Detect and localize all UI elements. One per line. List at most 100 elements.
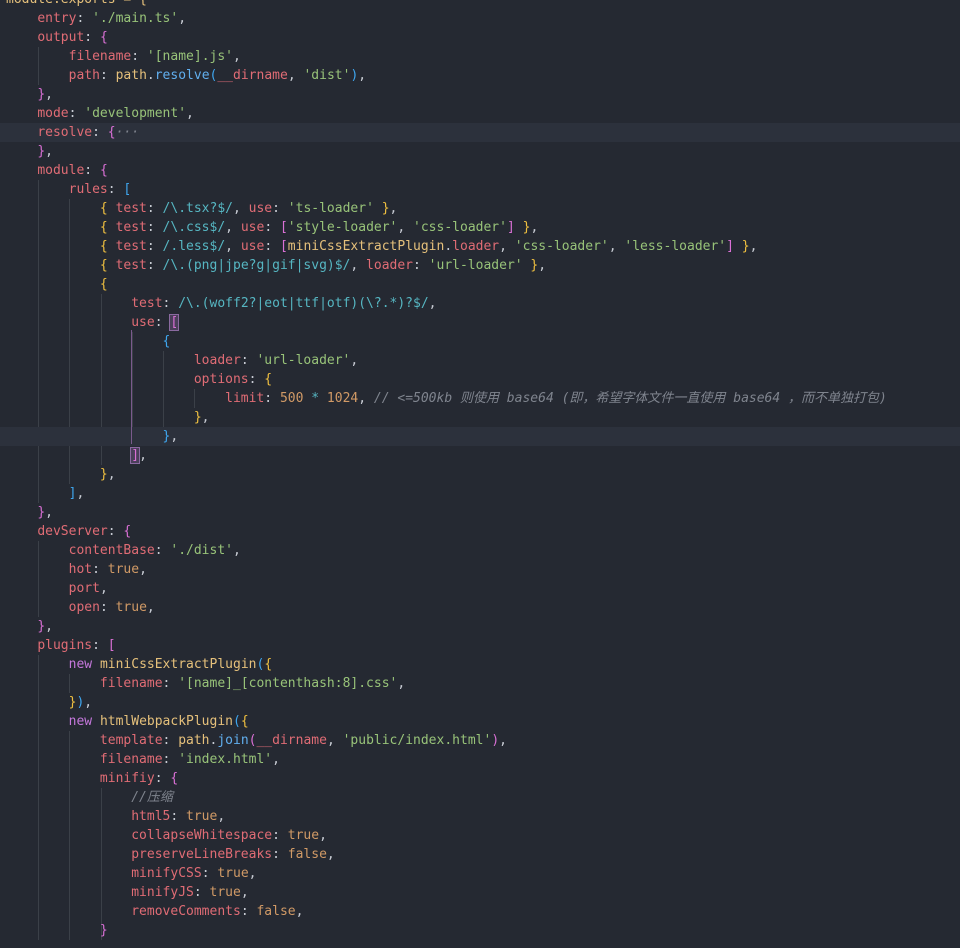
- code-line[interactable]: new htmlWebpackPlugin({: [0, 712, 960, 731]
- code-line[interactable]: { test: /\.css$/, use: ['style-loader', …: [0, 218, 960, 237]
- code-token: {: [240, 714, 249, 729]
- code-line[interactable]: {: [0, 332, 960, 351]
- code-token: {: [99, 163, 108, 178]
- code-line[interactable]: resolve: {···: [0, 123, 960, 142]
- code-line[interactable]: { test: /\.tsx?$/, use: 'ts-loader' },: [0, 199, 960, 218]
- code-token: :: [92, 562, 108, 577]
- code-token: test: [115, 201, 147, 216]
- code-line[interactable]: },: [0, 408, 960, 427]
- code-token: ,: [225, 239, 241, 254]
- code-token: :: [92, 125, 108, 140]
- code-token: ): [491, 733, 500, 748]
- code-line[interactable]: contentBase: './dist',: [0, 541, 960, 560]
- code-line[interactable]: },: [0, 465, 960, 484]
- code-line[interactable]: rules: [: [0, 180, 960, 199]
- code-token: [: [123, 182, 132, 197]
- code-token: ,: [350, 258, 367, 273]
- code-token: ,: [499, 239, 515, 254]
- code-token: path: [115, 68, 147, 83]
- code-line[interactable]: },: [0, 142, 960, 161]
- code-token: ,: [139, 562, 147, 577]
- code-token: ,: [107, 467, 116, 482]
- code-token: 'url-loader': [428, 258, 523, 273]
- code-token: :: [154, 771, 171, 786]
- code-line[interactable]: { test: /\.(png|jpe?g|gif|svg)$/, loader…: [0, 256, 960, 275]
- code-line[interactable]: hot: true,: [0, 560, 960, 579]
- code-token: :: [272, 828, 288, 843]
- code-token: ,: [233, 201, 249, 216]
- code-token: devServer: [37, 524, 108, 539]
- code-token: :: [240, 904, 257, 919]
- code-editor[interactable]: module.exports = { entry: './main.ts', o…: [0, 0, 960, 948]
- code-token: loader: [366, 258, 414, 273]
- code-line[interactable]: template: path.join(__dirname, 'public/i…: [0, 731, 960, 750]
- code-token: .: [444, 239, 453, 254]
- code-line[interactable]: filename: '[name]_[contenthash:8].css',: [0, 674, 960, 693]
- code-line[interactable]: },: [0, 85, 960, 104]
- code-token: :: [264, 220, 280, 235]
- code-line[interactable]: module.exports = {: [0, 0, 960, 9]
- code-line[interactable]: output: {: [0, 28, 960, 47]
- code-line[interactable]: port,: [0, 579, 960, 598]
- code-line[interactable]: options: {: [0, 370, 960, 389]
- code-line[interactable]: open: true,: [0, 598, 960, 617]
- code-line[interactable]: {: [0, 275, 960, 294]
- code-token: ,: [45, 619, 53, 634]
- code-token: [: [279, 239, 288, 254]
- code-line[interactable]: use: [: [0, 313, 960, 332]
- code-token: ,: [225, 220, 241, 235]
- code-line[interactable]: html5: true,: [0, 807, 960, 826]
- code-line[interactable]: test: /\.(woff2?|eot|ttf|otf)(\?.*)?$/,: [0, 294, 960, 313]
- code-token: template: [99, 733, 163, 748]
- code-token: ,: [538, 258, 547, 273]
- code-token: :: [92, 638, 108, 653]
- code-token: true: [186, 809, 218, 824]
- code-line[interactable]: collapseWhitespace: true,: [0, 826, 960, 845]
- code-line[interactable]: devServer: {: [0, 522, 960, 541]
- code-line[interactable]: minifyCSS: true,: [0, 864, 960, 883]
- code-token: :: [99, 68, 116, 83]
- code-line[interactable]: plugins: [: [0, 636, 960, 655]
- code-line[interactable]: new miniCssExtractPlugin({: [0, 655, 960, 674]
- code-line[interactable]: filename: 'index.html',: [0, 750, 960, 769]
- code-token: loader: [193, 353, 241, 368]
- code-line[interactable]: },: [0, 427, 960, 446]
- code-line[interactable]: limit: 500 * 1024, // <=500kb 则使用 base64…: [0, 389, 960, 408]
- code-line[interactable]: },: [0, 617, 960, 636]
- code-line[interactable]: }: [0, 921, 960, 940]
- code-line[interactable]: minifiy: {: [0, 769, 960, 788]
- code-token: }: [37, 505, 46, 520]
- code-line[interactable]: preserveLineBreaks: false,: [0, 845, 960, 864]
- code-line[interactable]: ],: [0, 484, 960, 503]
- code-token: /\.css$/: [162, 220, 226, 235]
- code-token: ,: [240, 885, 249, 900]
- code-token: :: [413, 258, 429, 273]
- code-line[interactable]: //压缩: [0, 788, 960, 807]
- code-token: 'ts-loader': [287, 201, 374, 216]
- code-line[interactable]: mode: 'development',: [0, 104, 960, 123]
- code-token: ]: [506, 220, 515, 235]
- code-line[interactable]: minifyJS: true,: [0, 883, 960, 902]
- code-line[interactable]: entry: './main.ts',: [0, 9, 960, 28]
- code-token: resolve: [154, 68, 210, 83]
- code-line[interactable]: removeComments: false,: [0, 902, 960, 921]
- code-line[interactable]: }),: [0, 693, 960, 712]
- code-line[interactable]: path: path.resolve(__dirname, 'dist'),: [0, 66, 960, 85]
- code-line[interactable]: ],: [0, 446, 960, 465]
- code-line[interactable]: },: [0, 503, 960, 522]
- code-line[interactable]: module: {: [0, 161, 960, 180]
- code-token: __dirname: [217, 68, 288, 83]
- code-token: :: [201, 866, 218, 881]
- code-line[interactable]: { test: /.less$/, use: [miniCssExtractPl…: [0, 237, 960, 256]
- code-line[interactable]: filename: '[name].js',: [0, 47, 960, 66]
- code-line[interactable]: loader: 'url-loader',: [0, 351, 960, 370]
